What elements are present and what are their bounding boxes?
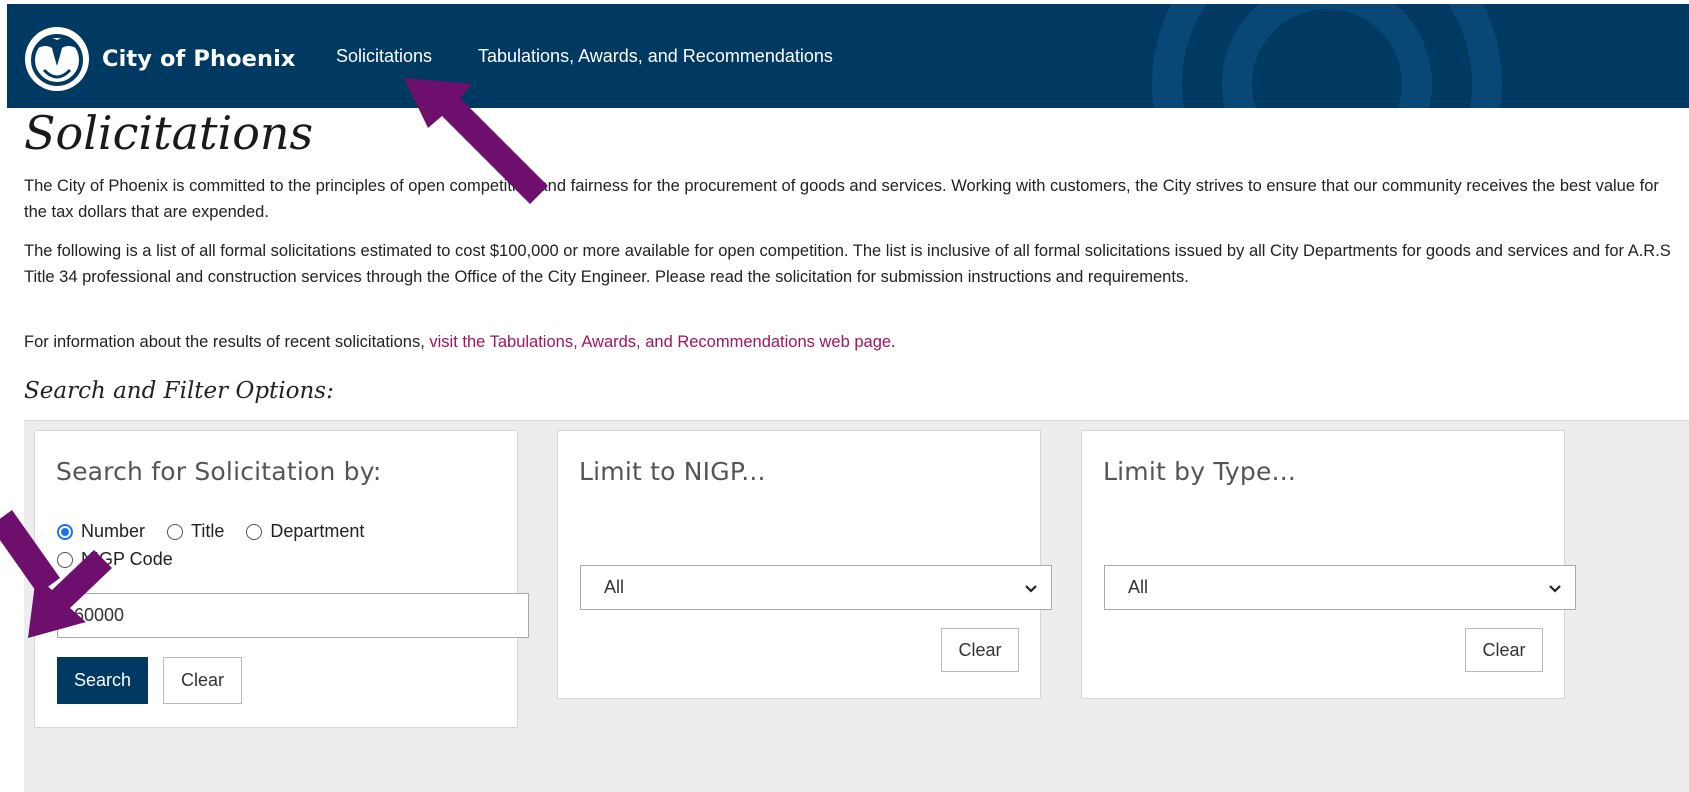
brand-name: City of Phoenix [102, 46, 296, 72]
nigp-card-title: Limit to NIGP... [579, 457, 766, 486]
nav-link-tabulations[interactable]: Tabulations, Awards, and Recommendations [478, 46, 833, 67]
results-prefix: For information about the results of rec… [24, 333, 430, 351]
radio-number-button[interactable] [57, 523, 73, 540]
brand[interactable]: City of Phoenix [24, 26, 296, 92]
radio-title-button[interactable] [167, 523, 184, 540]
tabulations-link[interactable]: visit the Tabulations, Awards, and Recom… [429, 333, 891, 351]
chevron-down-icon [1549, 585, 1561, 593]
nigp-select[interactable]: All [580, 565, 1052, 610]
search-card: Search for Solicitation by: Number Title… [34, 430, 529, 728]
section-title: Search and Filter Options: [24, 378, 334, 404]
intro-paragraph: The City of Phoenix is committed to the … [24, 177, 1659, 221]
search-button[interactable]: Search [57, 657, 148, 704]
results-suffix: . [891, 333, 896, 351]
radio-nigp-code-label: NIGP Code [81, 549, 173, 569]
radio-number[interactable]: Number [57, 521, 145, 542]
nigp-card: Limit to NIGP... All Clear [557, 430, 1052, 699]
description-paragraph: The following is a list of all formal so… [24, 242, 1671, 286]
radio-department-button[interactable] [246, 523, 263, 540]
filter-panel: Search for Solicitation by: Number Title… [24, 420, 1689, 792]
radio-number-label: Number [81, 521, 146, 541]
type-clear-button[interactable]: Clear [1465, 628, 1543, 672]
radio-nigp-code-button[interactable] [57, 551, 73, 568]
nav-link-solicitations[interactable]: Solicitations [336, 46, 432, 67]
radio-nigp-code[interactable]: NIGP Code [57, 549, 173, 570]
page-title: Solicitations [24, 106, 314, 160]
type-select[interactable]: All [1104, 565, 1576, 610]
results-paragraph: For information about the results of rec… [24, 329, 1679, 355]
radio-department-label: Department [270, 521, 365, 541]
radio-title[interactable]: Title [167, 521, 224, 542]
search-by-options-row2: NIGP Code [57, 549, 195, 570]
search-input[interactable] [57, 593, 529, 638]
phoenix-watermark-icon [1152, 4, 1502, 108]
type-select-value: All [1128, 577, 1149, 597]
search-clear-button[interactable]: Clear [163, 657, 242, 704]
nigp-select-value: All [604, 577, 625, 597]
type-card-title: Limit by Type... [1103, 457, 1296, 486]
top-navbar: City of Phoenix Solicitations Tabulation… [7, 4, 1689, 108]
chevron-down-icon [1025, 585, 1037, 593]
nigp-clear-button[interactable]: Clear [941, 628, 1019, 672]
type-card: Limit by Type... All Clear [1081, 430, 1576, 699]
radio-title-label: Title [191, 521, 225, 541]
phoenix-logo-icon [25, 27, 89, 91]
radio-department[interactable]: Department [246, 521, 364, 542]
search-card-title: Search for Solicitation by: [56, 457, 382, 486]
search-by-options: Number Title Department [57, 521, 386, 542]
